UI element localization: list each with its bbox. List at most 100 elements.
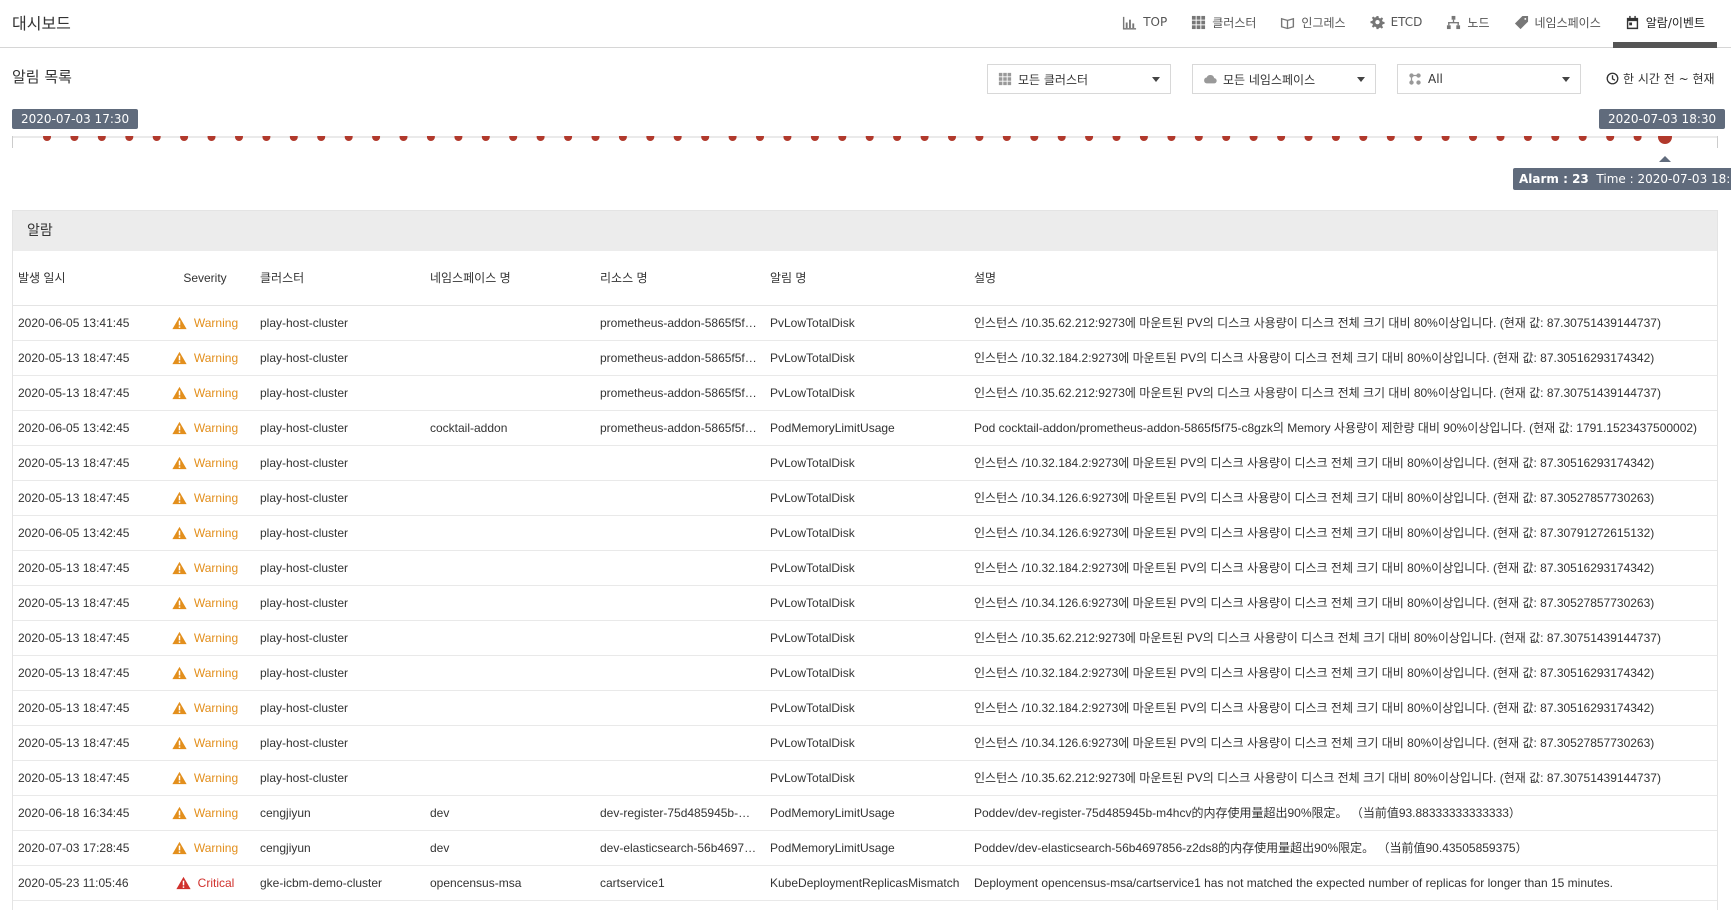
timeline-dot[interactable] (1551, 133, 1560, 141)
timeline-dot[interactable] (372, 133, 381, 141)
column-header-alarm[interactable]: 알림 명 (765, 251, 969, 306)
timeline-dot[interactable] (454, 133, 463, 141)
timeline-dot[interactable] (509, 133, 518, 141)
timeline-dot[interactable] (481, 133, 490, 141)
table-row[interactable]: 2020-05-13 18:47:45 Warning play-host-clus… (13, 445, 1717, 481)
timeline-dot[interactable] (1359, 133, 1368, 141)
nav-item-1[interactable]: 클러스터 (1179, 0, 1268, 44)
nav-item-5[interactable]: 네임스페이스 (1502, 0, 1613, 44)
timeline-dot[interactable] (1194, 133, 1203, 141)
timeline-dot[interactable] (1606, 133, 1615, 141)
time-range-selector[interactable]: 한 시간 전 ~ 현재 (1606, 70, 1715, 87)
cluster-filter-select[interactable]: 모든 클러스터 (987, 64, 1171, 94)
timeline-dot[interactable] (673, 133, 682, 141)
nav-item-0[interactable]: TOP (1110, 0, 1179, 44)
timeline-dot[interactable] (97, 133, 106, 141)
timeline-dot[interactable] (344, 133, 353, 141)
timeline-dot-selected[interactable] (1658, 130, 1672, 144)
timeline-dot[interactable] (1441, 133, 1450, 141)
timeline-dot[interactable] (893, 133, 902, 141)
severity-filter-select[interactable]: All (1397, 64, 1581, 94)
timeline-dot[interactable] (618, 133, 627, 141)
timeline-dot[interactable] (1167, 133, 1176, 141)
severity-filter-value: All (1428, 72, 1443, 86)
column-header-namespace[interactable]: 네임스페이스 명 (425, 251, 595, 306)
timeline-dot[interactable] (1277, 133, 1286, 141)
table-row[interactable]: 2020-05-13 18:47:45 Warning play-host-clus… (13, 480, 1717, 516)
cell-resource: prometheus-addon-5865f5f… (595, 305, 765, 341)
table-row[interactable]: 2020-06-05 13:41:45 Warning play-host-clus… (13, 305, 1717, 341)
timeline-dot[interactable] (701, 133, 710, 141)
timeline-dot[interactable] (756, 133, 764, 141)
table-row[interactable]: 2020-05-13 18:47:45 Warning play-host-clus… (13, 585, 1717, 621)
timeline-dot[interactable] (536, 133, 545, 141)
table-row[interactable]: 2020-05-13 18:47:45 Warning play-host-clus… (13, 760, 1717, 796)
timeline-dot[interactable] (1002, 133, 1011, 141)
table-row[interactable]: 2020-05-13 18:47:45 Warning play-host-clus… (13, 725, 1717, 761)
timeline-dot[interactable] (1030, 133, 1039, 141)
table-row[interactable]: 2020-05-13 18:47:45 Warning play-host-clus… (13, 550, 1717, 586)
timeline-dot[interactable] (1578, 133, 1587, 141)
column-header-severity[interactable]: Severity (155, 251, 255, 306)
timeline-dot[interactable] (783, 133, 792, 141)
timeline-dot[interactable] (399, 133, 408, 141)
timeline-dot[interactable] (125, 133, 134, 141)
nav-item-2[interactable]: 인그레스 (1268, 0, 1357, 44)
timeline-dot[interactable] (865, 133, 874, 141)
timeline-dot[interactable] (426, 133, 435, 141)
timeline-dot[interactable] (70, 133, 79, 141)
timeline-dot[interactable] (1386, 133, 1395, 141)
timeline-dot[interactable] (1222, 133, 1231, 141)
timeline-dot[interactable] (975, 133, 984, 141)
timeline-dot[interactable] (1414, 133, 1423, 141)
severity-label: Warning (193, 770, 239, 785)
timeline-dot[interactable] (810, 133, 819, 141)
nav-item-6[interactable]: 알람/이벤트 (1612, 0, 1718, 48)
table-row[interactable]: 2020-06-18 16:34:45 Warning cengjiyun dev de… (13, 795, 1717, 831)
timeline-dot[interactable] (289, 133, 298, 141)
timeline-dot[interactable] (564, 133, 573, 141)
timeline-dot[interactable] (152, 133, 161, 141)
timeline-dot[interactable] (1331, 133, 1340, 141)
timeline-dot[interactable] (948, 133, 956, 141)
nav-item-3[interactable]: ETCD (1358, 0, 1435, 44)
timeline-dot[interactable] (1496, 133, 1505, 141)
table-row[interactable]: 2020-05-23 11:05:46 Critical gke-icbm-demo… (13, 865, 1717, 901)
table-row[interactable]: 2020-05-13 18:47:45 Warning play-host-clus… (13, 620, 1717, 656)
timeline-dot[interactable] (317, 133, 326, 141)
timeline-dot[interactable] (838, 133, 847, 141)
timeline-dot[interactable] (1304, 133, 1313, 141)
timeline-dot[interactable] (1057, 133, 1066, 141)
timeline-dot[interactable] (1139, 133, 1148, 141)
table-row[interactable]: 2020-05-13 18:47:45 Warning play-host-clus… (13, 690, 1717, 726)
table-row[interactable]: 2020-05-13 18:47:45 Warning play-host-clus… (13, 375, 1717, 411)
namespace-filter-select[interactable]: 모든 네임스페이스 (1192, 64, 1376, 94)
timeline-dot[interactable] (207, 133, 216, 141)
timeline-dot[interactable] (262, 133, 271, 141)
timeline-dot[interactable] (1523, 133, 1532, 141)
timeline-dot[interactable] (920, 133, 929, 141)
timeline-dot[interactable] (1085, 133, 1094, 141)
timeline-dot[interactable] (728, 133, 737, 141)
timeline-dot[interactable] (646, 133, 655, 141)
timeline-dot[interactable] (1249, 133, 1258, 141)
column-header-cluster[interactable]: 클러스터 (255, 251, 425, 306)
nav-item-4[interactable]: 노드 (1434, 0, 1501, 44)
table-row[interactable]: 2020-07-03 17:28:45 Warning cengjiyun dev de… (13, 830, 1717, 866)
timeline-dot[interactable] (180, 133, 189, 141)
table-row[interactable]: 2020-05-13 18:47:45 Warning play-host-clus… (13, 340, 1717, 376)
timeline-dot[interactable] (1469, 133, 1477, 141)
alarm-table: 발생 일시 Severity 클러스터 네임스페이스 명 리소스 명 알림 명 … (13, 251, 1717, 901)
timeline-dot[interactable] (1112, 133, 1121, 141)
column-header-resource[interactable]: 리소스 명 (595, 251, 765, 306)
table-row[interactable]: 2020-06-05 13:42:45 Warning play-host-clus… (13, 515, 1717, 551)
column-header-date[interactable]: 발생 일시 (13, 251, 155, 306)
timeline-dot[interactable] (591, 133, 600, 141)
timeline-dot[interactable] (235, 133, 243, 141)
table-row[interactable]: 2020-06-05 13:42:45 Warning play-host-clus… (13, 410, 1717, 446)
alarm-timeline-chart (12, 130, 1718, 162)
column-header-description[interactable]: 설명 (969, 251, 1717, 306)
table-row[interactable]: 2020-05-13 18:47:45 Warning play-host-clus… (13, 655, 1717, 691)
timeline-dot[interactable] (1633, 133, 1642, 141)
timeline-dot[interactable] (43, 133, 51, 141)
